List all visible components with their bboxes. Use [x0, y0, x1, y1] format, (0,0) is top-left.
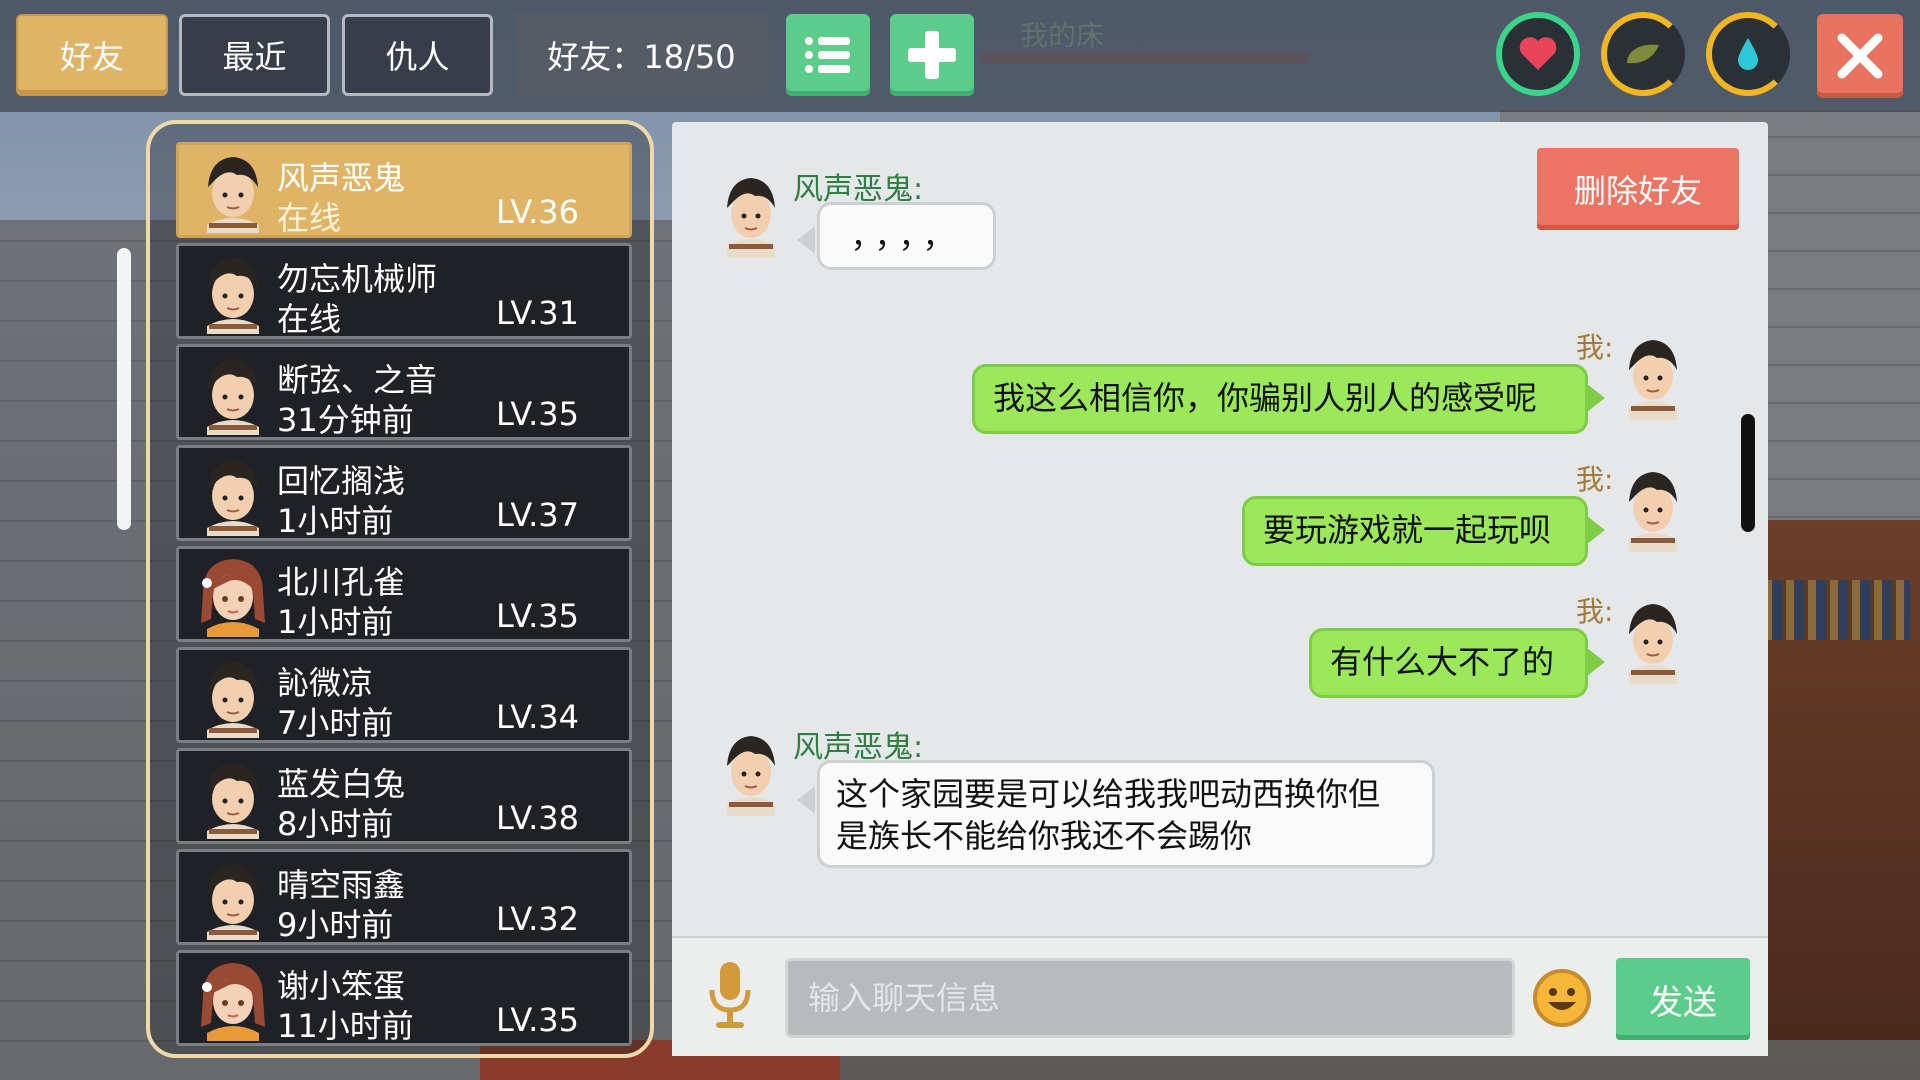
my-avatar	[1629, 340, 1677, 420]
friend-list-panel: 风声恶鬼 在线 LV.36 勿忘机械师 在线 LV.31 断弦、之音 31分钟前 LV.35 回忆…	[146, 120, 654, 1058]
friend-status: 31分钟前	[277, 401, 414, 439]
friend-list-item[interactable]: 风声恶鬼 在线 LV.36	[176, 142, 632, 238]
boy-avatar-icon	[207, 258, 259, 334]
close-icon	[1837, 33, 1883, 79]
boy-avatar-icon	[207, 763, 259, 839]
friend-list-item[interactable]: 勿忘机械师 在线 LV.31	[176, 243, 632, 339]
friend-list-item[interactable]: 回忆搁浅 1小时前 LV.37	[176, 445, 632, 541]
chat-scrollbar[interactable]	[1741, 414, 1755, 532]
plus-icon	[908, 31, 956, 79]
tab-recent[interactable]: 最近	[179, 14, 330, 96]
my-avatar	[1629, 472, 1677, 552]
friend-level: LV.38	[496, 799, 579, 837]
tab-enemies[interactable]: 仇人	[342, 14, 493, 96]
delete-friend-button[interactable]: 删除好友	[1537, 148, 1739, 230]
friend-level: LV.32	[496, 900, 579, 938]
boy-avatar-icon	[207, 359, 259, 435]
background-bar	[980, 52, 1310, 64]
friend-level: LV.35	[496, 395, 579, 433]
tab-friends[interactable]: 好友	[16, 14, 168, 96]
friend-list-item[interactable]: 晴空雨鑫 9小时前 LV.32	[176, 849, 632, 945]
add-friend-button[interactable]	[890, 14, 974, 96]
bubble-tail	[797, 786, 815, 814]
message-text-line: 这个家园要是可以给我我吧动西换你但	[836, 775, 1381, 813]
friend-status: 1小时前	[277, 502, 394, 540]
health-indicator	[1496, 12, 1580, 96]
friend-status: 在线	[277, 300, 342, 338]
friend-status: 在线	[277, 199, 342, 237]
girl-avatar-icon	[201, 559, 265, 637]
bubble-tail	[797, 226, 815, 254]
bubble-tail	[1587, 648, 1605, 676]
message-text-line: 是族长不能给你我还不会踢你	[836, 817, 1253, 855]
close-button[interactable]	[1817, 14, 1903, 98]
friend-list-item[interactable]: 訫微凉 7小时前 LV.34	[176, 647, 632, 743]
list-icon	[805, 37, 850, 73]
bubble-tail	[1587, 516, 1605, 544]
friend-status: 7小时前	[277, 704, 394, 742]
friend-avatar[interactable]	[715, 168, 787, 258]
message-bubble: 我这么相信你，你骗别人别人的感受呢	[972, 364, 1588, 434]
friend-level: LV.36	[496, 193, 579, 231]
girl-avatar-icon	[201, 963, 265, 1041]
friend-list-item[interactable]: 谢小笨蛋 11小时前 LV.35	[176, 950, 632, 1046]
heart-icon	[1519, 37, 1557, 70]
my-sender-label: 我:	[1576, 595, 1614, 628]
chat-message-input[interactable]	[785, 958, 1515, 1038]
friend-level: LV.35	[496, 1001, 579, 1039]
friend-level: LV.37	[496, 496, 579, 534]
my-avatar	[1629, 604, 1677, 684]
boy-avatar-icon	[207, 662, 259, 738]
friend-list-item[interactable]: 蓝发白兔 8小时前 LV.38	[176, 748, 632, 844]
friend-list-scrollbar[interactable]	[117, 248, 131, 530]
message-bubble: ，，，，	[817, 202, 996, 270]
friend-status: 9小时前	[277, 906, 394, 944]
my-sender-label: 我:	[1576, 331, 1614, 364]
boy-avatar-icon	[207, 460, 259, 536]
friend-status: 11小时前	[277, 1007, 414, 1045]
hunger-indicator	[1601, 12, 1685, 96]
bubble-tail	[1587, 384, 1605, 412]
message-bubble: 有什么大不了的	[1309, 628, 1588, 698]
message-bubble: 要玩游戏就一起玩呗	[1242, 496, 1588, 566]
food-icon	[1627, 44, 1659, 64]
friend-level: LV.31	[496, 294, 579, 332]
message-bubble: 这个家园要是可以给我我吧动西换你但 是族长不能给你我还不会踢你	[817, 760, 1435, 868]
boy-avatar-icon	[207, 157, 259, 233]
thirst-indicator	[1706, 12, 1790, 96]
friend-level: LV.35	[496, 597, 579, 635]
friend-status: 8小时前	[277, 805, 394, 843]
friend-list-button[interactable]	[786, 14, 870, 96]
emoji-icon[interactable]	[1532, 968, 1592, 1028]
friend-list-item[interactable]: 断弦、之音 31分钟前 LV.35	[176, 344, 632, 440]
water-drop-icon	[1738, 38, 1758, 70]
friend-level: LV.34	[496, 698, 579, 736]
microphone-icon[interactable]	[706, 960, 754, 1030]
my-sender-label: 我:	[1576, 463, 1614, 496]
send-button[interactable]: 发送	[1616, 958, 1750, 1040]
friend-status: 1小时前	[277, 603, 394, 641]
background-title: 我的床	[1020, 19, 1105, 52]
friend-list-item[interactable]: 北川孔雀 1小时前 LV.35	[176, 546, 632, 642]
friend-avatar[interactable]	[715, 726, 787, 816]
boy-avatar-icon	[207, 864, 259, 940]
friend-count: 好友：18/50	[515, 14, 768, 96]
